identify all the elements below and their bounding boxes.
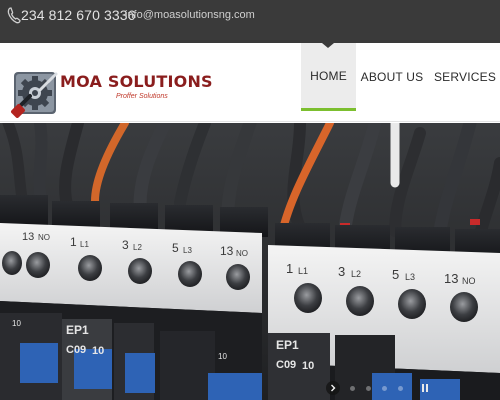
nav-about-label: ABOUT US [360,70,424,84]
slider-dot[interactable] [350,386,355,391]
module-label: EP1 [66,323,89,337]
slider-dot[interactable] [382,386,387,391]
brand-name: MOA SOLUTIONS [60,72,213,91]
phone-icon [7,7,21,24]
terminal-label: L1 [80,240,89,249]
slider-controls [326,381,500,395]
terminal-label: L3 [183,246,192,255]
pause-icon[interactable] [420,383,430,393]
module-label: C09 [66,344,86,356]
module-label: 10 [302,360,314,372]
site-header: MOA SOLUTIONS Proffer Solutions HOME ABO… [0,43,500,123]
main-nav: HOME ABOUT US SERVICES [301,43,500,123]
nav-services-label: SERVICES [433,70,497,84]
terminal-label: L3 [405,272,415,282]
nav-item-about-us[interactable]: ABOUT US [356,43,428,111]
terminal-label: L1 [298,266,308,276]
terminal-label: 13 [22,231,34,243]
terminal-label: 13 [220,244,234,258]
hero-image: 13 NO 1 L1 3 L2 5 L3 13 NO 1 L1 3 L2 5 L… [0,123,500,400]
hero-slider[interactable]: 13 NO 1 L1 3 L2 5 L3 13 NO 1 L1 3 L2 5 L… [0,123,500,400]
nav-home-label: HOME [310,68,347,83]
terminal-label: NO [38,233,50,242]
terminal-label: 5 [392,267,399,282]
terminal-label: 3 [338,264,345,279]
email-address[interactable]: info@moasolutionsng.com [125,9,255,21]
slider-dot[interactable] [366,386,371,391]
terminal-label: 1 [286,261,293,276]
phone-number[interactable]: 234 812 670 3336 [21,7,136,23]
terminal-label: L2 [133,243,142,252]
terminal-label: 5 [172,241,179,255]
terminal-label: 3 [122,238,129,252]
module-label: C09 [276,359,296,371]
module-label: 10 [218,352,227,361]
site-logo[interactable]: MOA SOLUTIONS Proffer Solutions [10,66,213,118]
terminal-label: NO [236,249,248,258]
terminal-label: NO [462,276,476,286]
active-caret-icon [322,43,334,48]
next-arrow-icon[interactable] [326,381,340,395]
terminal-label: L2 [351,269,361,279]
nav-item-home[interactable]: HOME [301,43,356,111]
contact-bar: 234 812 670 3336 info@moasolutionsng.com [0,0,500,43]
terminal-label: 13 [444,271,458,286]
nav-item-services[interactable]: SERVICES [430,43,500,111]
slider-dot[interactable] [398,386,403,391]
module-label: 10 [92,345,104,357]
terminal-label: 1 [70,235,77,249]
page: 234 812 670 3336 info@moasolutionsng.com [0,0,500,400]
gear-with-tools-icon [11,72,58,118]
module-label: EP1 [276,338,299,352]
module-label: 10 [12,319,21,328]
brand-tagline: Proffer Solutions [116,93,168,100]
header-divider [0,121,500,122]
